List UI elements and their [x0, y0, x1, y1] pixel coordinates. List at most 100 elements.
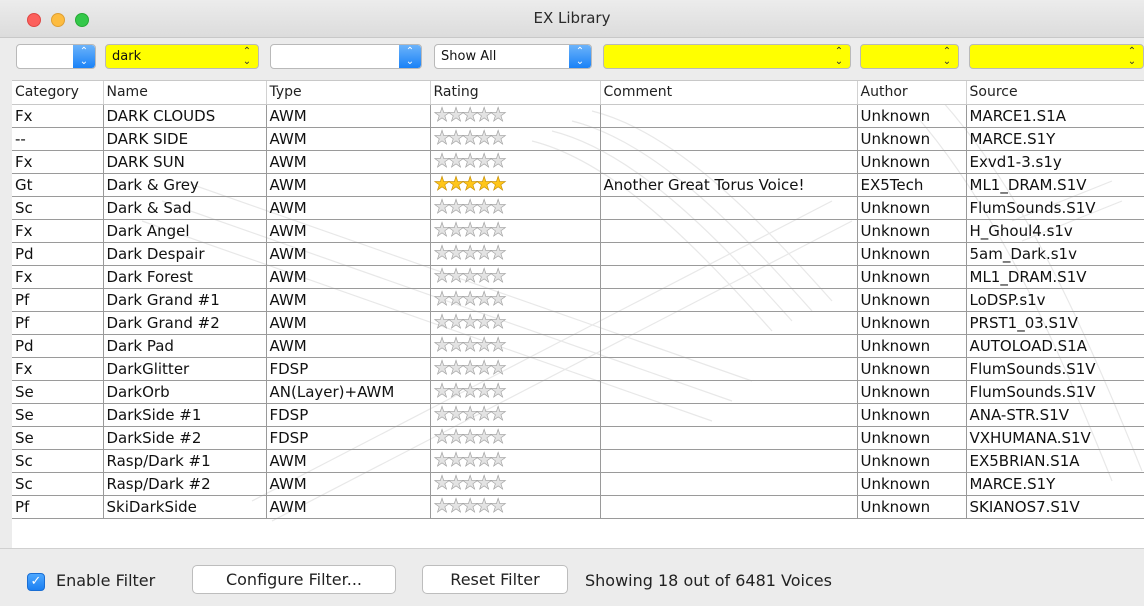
comment-cell: [600, 311, 858, 335]
reset-filter-button[interactable]: Reset Filter: [422, 565, 568, 594]
star-rating-icon[interactable]: ★★★★★: [433, 196, 507, 218]
table-row[interactable]: Fx DarkGlitter FDSP ★★★★★ Unknown FlumSounds.…: [12, 357, 1144, 381]
rating-cell: ★★★★★: [430, 472, 601, 496]
author-filter-combo[interactable]: ⌃ ⌄: [860, 44, 959, 69]
table-row[interactable]: Pd Dark Despair AWM ★★★★★ Unknown 5am_Dark.s1…: [12, 242, 1144, 266]
category-filter-select[interactable]: ⌃ ⌄: [16, 44, 96, 69]
author-cell: Unknown: [857, 495, 967, 519]
column-header-rating[interactable]: Rating: [430, 81, 601, 105]
name-cell: SkiDarkSide: [103, 495, 267, 519]
star-rating-icon[interactable]: ★★★★★: [433, 242, 507, 264]
rating-filter-select[interactable]: Show All ⌃ ⌄: [434, 44, 592, 69]
star-rating-icon[interactable]: ★★★★★: [433, 173, 507, 195]
category-cell: Se: [12, 380, 104, 404]
column-header-type[interactable]: Type: [266, 81, 431, 105]
star-rating-icon[interactable]: ★★★★★: [433, 403, 507, 425]
rating-cell: ★★★★★: [430, 357, 601, 381]
name-filter-value: dark: [112, 49, 142, 64]
author-cell: Unknown: [857, 127, 967, 151]
name-filter-combo[interactable]: dark ⌃ ⌄: [105, 44, 259, 69]
source-cell: MARCE.S1Y: [966, 472, 1144, 496]
table-row[interactable]: Fx DARK SUN AWM ★★★★★ Unknown Exvd1-3.s1y: [12, 150, 1144, 174]
type-cell: AWM: [266, 334, 431, 358]
column-header-source[interactable]: Source: [966, 81, 1144, 105]
author-cell: Unknown: [857, 219, 967, 243]
name-cell: DARK SIDE: [103, 127, 267, 151]
table-row[interactable]: -- DARK SIDE AWM ★★★★★ Unknown MARCE.S1Y: [12, 127, 1144, 151]
rating-cell: ★★★★★: [430, 495, 601, 519]
comment-cell: [600, 495, 858, 519]
name-cell: DARK SUN: [103, 150, 267, 174]
star-rating-icon[interactable]: ★★★★★: [433, 495, 507, 517]
column-header-name[interactable]: Name: [103, 81, 267, 105]
star-rating-icon[interactable]: ★★★★★: [433, 265, 507, 287]
configure-filter-button[interactable]: Configure Filter...: [192, 565, 396, 594]
comment-filter-combo[interactable]: ⌃ ⌄: [603, 44, 851, 69]
rating-cell: ★★★★★: [430, 173, 601, 197]
comment-cell: [600, 334, 858, 358]
star-rating-icon[interactable]: ★★★★★: [433, 127, 507, 149]
up-down-chevron-icon: ⌃ ⌄: [242, 46, 252, 67]
table-row[interactable]: Fx Dark Angel AWM ★★★★★ Unknown H_Ghoul4.s1v: [12, 219, 1144, 243]
table-row[interactable]: Se DarkSide #1 FDSP ★★★★★ Unknown ANA-STR.S1V: [12, 403, 1144, 427]
table-row[interactable]: Pd Dark Pad AWM ★★★★★ Unknown AUTOLOAD.S1A: [12, 334, 1144, 358]
star-rating-icon[interactable]: ★★★★★: [433, 426, 507, 448]
author-cell: Unknown: [857, 104, 967, 128]
source-filter-combo[interactable]: ⌃ ⌄: [969, 44, 1144, 69]
star-rating-icon[interactable]: ★★★★★: [433, 380, 507, 402]
source-cell: 5am_Dark.s1v: [966, 242, 1144, 266]
category-cell: Pf: [12, 495, 104, 519]
title-bar: EX Library: [0, 0, 1144, 38]
name-cell: Dark & Sad: [103, 196, 267, 220]
category-cell: Fx: [12, 357, 104, 381]
type-filter-select[interactable]: ⌃ ⌄: [270, 44, 422, 69]
star-rating-icon[interactable]: ★★★★★: [433, 357, 507, 379]
table-row[interactable]: Pf Dark Grand #2 AWM ★★★★★ Unknown PRST1_03.S…: [12, 311, 1144, 335]
category-cell: Fx: [12, 265, 104, 289]
column-header-category[interactable]: Category: [12, 81, 104, 105]
table-row[interactable]: Sc Rasp/Dark #2 AWM ★★★★★ Unknown MARCE.S1Y: [12, 472, 1144, 496]
category-cell: Pf: [12, 311, 104, 335]
category-cell: Fx: [12, 150, 104, 174]
enable-filter-checkbox[interactable]: ✓: [27, 573, 45, 591]
category-cell: Sc: [12, 472, 104, 496]
column-header-author[interactable]: Author: [857, 81, 967, 105]
table-row[interactable]: Sc Dark & Sad AWM ★★★★★ Unknown FlumSounds.S1…: [12, 196, 1144, 220]
table-row[interactable]: Sc Rasp/Dark #1 AWM ★★★★★ Unknown EX5BRIAN.S1…: [12, 449, 1144, 473]
type-cell: AWM: [266, 472, 431, 496]
star-rating-icon[interactable]: ★★★★★: [433, 150, 507, 172]
type-cell: AWM: [266, 288, 431, 312]
table-row[interactable]: Se DarkSide #2 FDSP ★★★★★ Unknown VXHUMANA.S1…: [12, 426, 1144, 450]
comment-cell: [600, 196, 858, 220]
star-rating-icon[interactable]: ★★★★★: [433, 104, 507, 126]
column-header-comment[interactable]: Comment: [600, 81, 858, 105]
type-cell: AWM: [266, 173, 431, 197]
comment-cell: [600, 426, 858, 450]
type-cell: AWM: [266, 311, 431, 335]
category-cell: --: [12, 127, 104, 151]
star-rating-icon[interactable]: ★★★★★: [433, 472, 507, 494]
table-row[interactable]: Pf Dark Grand #1 AWM ★★★★★ Unknown LoDSP.s1v: [12, 288, 1144, 312]
category-cell: Sc: [12, 196, 104, 220]
category-cell: Pf: [12, 288, 104, 312]
star-rating-icon[interactable]: ★★★★★: [433, 334, 507, 356]
rating-cell: ★★★★★: [430, 219, 601, 243]
table-row[interactable]: Fx Dark Forest AWM ★★★★★ Unknown ML1_DRAM.S1V: [12, 265, 1144, 289]
star-rating-icon[interactable]: ★★★★★: [433, 288, 507, 310]
table-row[interactable]: Pf SkiDarkSide AWM ★★★★★ Unknown SKIANOS7.S1V: [12, 495, 1144, 519]
author-cell: Unknown: [857, 265, 967, 289]
type-cell: FDSP: [266, 357, 431, 381]
comment-cell: [600, 104, 858, 128]
table-row[interactable]: Se DarkOrb AN(Layer)+AWM ★★★★★ Unknown FlumSo…: [12, 380, 1144, 404]
type-cell: AWM: [266, 495, 431, 519]
star-rating-icon[interactable]: ★★★★★: [433, 219, 507, 241]
category-cell: Sc: [12, 449, 104, 473]
star-rating-icon[interactable]: ★★★★★: [433, 311, 507, 333]
enable-filter-label: Enable Filter: [56, 571, 156, 590]
name-cell: DarkSide #2: [103, 426, 267, 450]
name-cell: Dark & Grey: [103, 173, 267, 197]
star-rating-icon[interactable]: ★★★★★: [433, 449, 507, 471]
comment-cell: Another Great Torus Voice!: [600, 173, 858, 197]
table-row[interactable]: Fx DARK CLOUDS AWM ★★★★★ Unknown MARCE1.S1A: [12, 104, 1144, 128]
table-row[interactable]: Gt Dark & Grey AWM ★★★★★ Another Great Torus…: [12, 173, 1144, 197]
